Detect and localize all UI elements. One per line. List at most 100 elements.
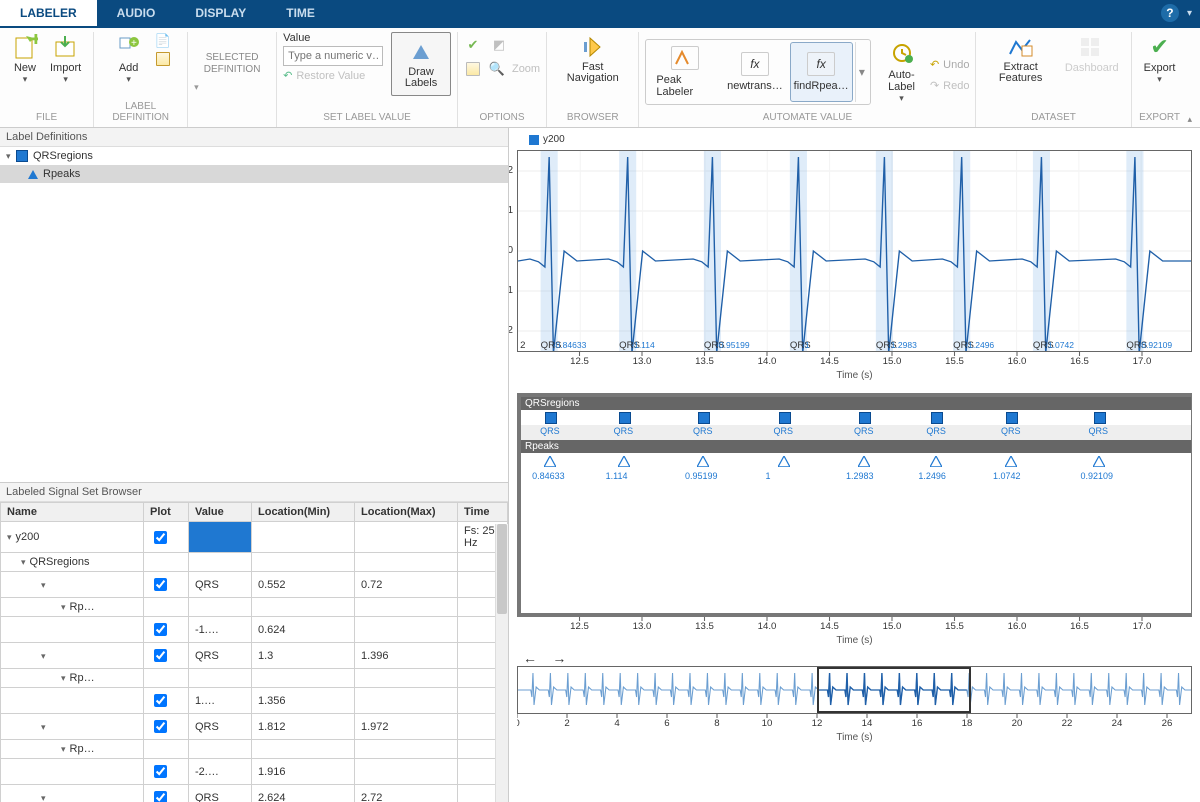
svg-text:20: 20 [1012,718,1023,728]
table-row[interactable]: Rp… [1,740,508,759]
triangle-icon [28,170,38,179]
table-row[interactable]: QRS2.6242.72 [1,785,508,802]
svg-text:14.5: 14.5 [820,621,839,631]
ribbon-group-setvalue: Value ↶Restore Value Draw Labels SET LAB… [277,32,458,127]
value-input[interactable] [283,46,383,66]
help-icon[interactable]: ? [1161,4,1179,22]
legend-square-icon [529,135,539,145]
overview-panner[interactable] [517,666,1192,714]
import-def-icon[interactable]: 📄 [154,32,172,50]
plot-checkbox[interactable] [154,720,167,733]
svg-text:12: 12 [812,718,823,728]
vscrollbar[interactable] [495,524,508,802]
group-label-labeldef: LABEL DEFINITION [100,101,181,127]
plot-checkbox[interactable] [154,765,167,778]
table-row[interactable]: 1.…1.356 [1,688,508,714]
table-row[interactable]: QRS1.8121.972 [1,714,508,740]
col-time[interactable]: Time [458,503,508,522]
svg-text:12.5: 12.5 [570,356,589,366]
table-row[interactable]: QRSregions [1,553,508,572]
new-button[interactable]: ✚ New [6,32,44,87]
table-row[interactable]: Rp… [1,669,508,688]
help-dropdown-icon[interactable]: ▾ [1187,8,1192,19]
tab-audio[interactable]: AUDIO [97,0,176,26]
tab-display[interactable]: DISPLAY [175,0,266,26]
tree-expander-icon[interactable]: ▾ [6,151,16,162]
draw-labels-button[interactable]: Draw Labels [391,32,451,96]
xlabel: Time (s) [517,366,1192,385]
label-regions-panel[interactable]: QRSregions QRSQRSQRSQRSQRSQRSQRSQRS Rpea… [517,393,1192,617]
plot-checkbox[interactable] [154,649,167,662]
svg-text:16.0: 16.0 [1008,356,1027,366]
redo-button[interactable]: ↷Redo [930,78,970,93]
signal-display-panel: y200 QRS0.84633QRS1.114QRS0.95199QRS1QRS… [509,128,1200,802]
svg-text:+: + [131,38,137,49]
delete-label-icon[interactable] [464,60,482,78]
newtrans-button[interactable]: fx newtrans… [724,42,786,102]
table-row[interactable]: -1.…0.624 [1,617,508,643]
zoom-label: Zoom [512,63,540,75]
overview-window[interactable] [817,667,971,713]
table-row[interactable]: QRS1.31.396 [1,643,508,669]
tab-labeler[interactable]: LABELER [0,0,97,26]
col-value[interactable]: Value [189,503,252,522]
ribbon-group-options: ✔ ◩ 🔍 Zoom OPTIONS [458,32,547,127]
dashboard-button[interactable]: Dashboard [1059,32,1125,76]
zoom-icon[interactable]: 🔍 [488,60,506,78]
value-caption: Value [283,32,383,44]
table-row[interactable]: y200Fs: 250 Hz [1,522,508,553]
export-button[interactable]: ✔ Export [1138,32,1182,87]
plot-checkbox[interactable] [154,623,167,636]
svg-text:-2: -2 [509,325,513,336]
plot-checkbox[interactable] [154,578,167,591]
lsb-table: Name Plot Value Location(Min) Location(M… [0,502,508,802]
findrpeaks-button[interactable]: fx findRpea… [790,42,853,102]
svg-text:15.5: 15.5 [945,356,964,366]
svg-text:26: 26 [1162,718,1173,728]
svg-text:16: 16 [912,718,923,728]
checkmark-icon[interactable]: ✔ [464,36,482,54]
col-locmin[interactable]: Location(Min) [252,503,355,522]
pan-right-icon[interactable]: → [546,648,572,668]
svg-text:0: 0 [509,245,513,256]
pan-left-icon[interactable]: ← [517,648,543,668]
svg-text:15.0: 15.0 [883,356,902,366]
import-button[interactable]: Import [44,32,87,87]
main-signal-chart[interactable]: QRS0.84633QRS1.114QRS0.95199QRS1QRS1.298… [517,150,1192,352]
restore-value-button[interactable]: ↶Restore Value [283,68,383,83]
col-locmax[interactable]: Location(Max) [355,503,458,522]
table-row[interactable]: QRS0.5520.72 [1,572,508,598]
labeled-signal-set-browser: Labeled Signal Set Browser Name Plot Val… [0,483,508,802]
svg-text:2: 2 [520,340,525,350]
plot-checkbox[interactable] [154,531,167,544]
ribbon-collapse-icon[interactable]: ▴ [1187,114,1200,127]
fast-navigation-button[interactable]: Fast Navigation [553,32,632,86]
chart-legend: y200 [529,134,565,145]
group-label-options: OPTIONS [464,112,540,127]
xlabel: Time (s) [517,728,1192,747]
region-opt-icon[interactable]: ◩ [490,36,508,54]
peak-labeler-button[interactable]: Peak Labeler [650,42,720,102]
plot-checkbox[interactable] [154,791,167,802]
table-row[interactable]: -2.…1.916 [1,759,508,785]
definition-rpeaks[interactable]: Rpeaks [0,165,508,183]
plot-checkbox[interactable] [154,694,167,707]
delete-def-icon[interactable] [154,50,172,68]
group-label-automate: AUTOMATE VALUE [645,112,969,127]
undo-button[interactable]: ↶Undo [930,57,970,72]
automate-more-icon[interactable]: ▾ [855,42,868,102]
extract-features-button[interactable]: Extract Features [982,32,1058,86]
tab-time[interactable]: TIME [266,0,335,26]
col-plot[interactable]: Plot [144,503,189,522]
svg-text:17.0: 17.0 [1133,621,1152,631]
col-name[interactable]: Name [1,503,144,522]
svg-text:0.92109: 0.92109 [1141,341,1172,350]
xlabel: Time (s) [517,631,1192,650]
svg-text:0.95199: 0.95199 [719,341,750,350]
label-definitions-title: Label Definitions [0,128,508,147]
svg-text:14.0: 14.0 [758,356,777,366]
definition-qrsregions[interactable]: ▾ QRSregions [0,147,508,165]
add-definition-button[interactable]: + Add [110,32,148,87]
table-row[interactable]: Rp… [1,598,508,617]
auto-label-button[interactable]: Auto-Label [877,39,926,106]
